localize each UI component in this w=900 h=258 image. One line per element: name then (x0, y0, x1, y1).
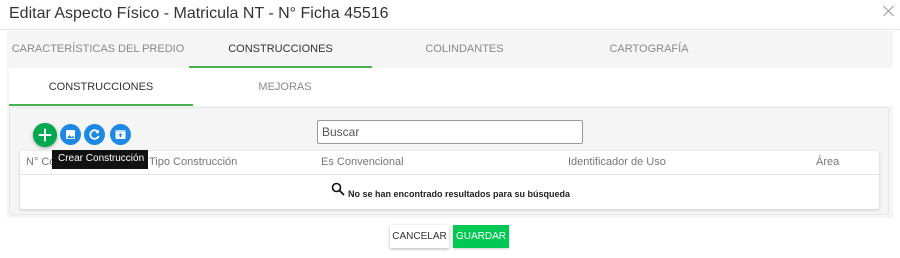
inner-tab-bar: CONSTRUCCIONES MEJORAS (9, 68, 893, 106)
archive-button[interactable] (110, 124, 131, 145)
column-header-area[interactable]: Área (816, 156, 839, 168)
add-icon (38, 128, 52, 142)
subtab-construcciones[interactable]: CONSTRUCCIONES (9, 68, 193, 106)
save-button[interactable]: GUARDAR (453, 225, 509, 248)
empty-row: No se han encontrado resultados para su … (20, 175, 879, 209)
tab-colindantes[interactable]: COLINDANTES (372, 31, 557, 68)
refresh-button[interactable] (84, 124, 105, 145)
cancel-button[interactable]: CANCELAR (390, 225, 449, 248)
construcciones-table: N° Co Tipo Construcción Es Convencional … (20, 151, 879, 209)
outer-tab-bar: CARACTERÍSTICAS DEL PREDIO CONSTRUCCIONE… (7, 31, 893, 68)
image-button[interactable] (60, 124, 81, 145)
column-header-identificador-de-uso[interactable]: Identificador de Uso (568, 156, 666, 168)
close-icon[interactable] (880, 2, 898, 20)
image-icon (66, 130, 75, 139)
modal-header: Editar Aspecto Físico - Matricula NT - N… (0, 0, 900, 30)
archive-icon (115, 130, 126, 139)
tab-caracteristicas-del-predio[interactable]: CARACTERÍSTICAS DEL PREDIO (7, 31, 189, 68)
search-icon (331, 182, 345, 196)
modal-title: Editar Aspecto Físico - Matricula NT - N… (9, 5, 389, 22)
tab-cartografia[interactable]: CARTOGRAFÍA (557, 31, 741, 68)
column-header-es-convencional[interactable]: Es Convencional (321, 156, 404, 168)
column-header-tipo-construccion[interactable]: Tipo Construcción (149, 156, 237, 168)
search-input[interactable] (317, 120, 583, 144)
refresh-icon (89, 129, 100, 140)
tab-construcciones[interactable]: CONSTRUCCIONES (189, 31, 372, 68)
subtab-mejoras[interactable]: MEJORAS (193, 68, 377, 106)
tooltip: Crear Construcción (52, 150, 148, 169)
add-construction-button[interactable] (33, 123, 57, 147)
empty-message: No se han encontrado resultados para su … (348, 189, 571, 199)
table-header: N° Co Tipo Construcción Es Convencional … (20, 151, 879, 175)
